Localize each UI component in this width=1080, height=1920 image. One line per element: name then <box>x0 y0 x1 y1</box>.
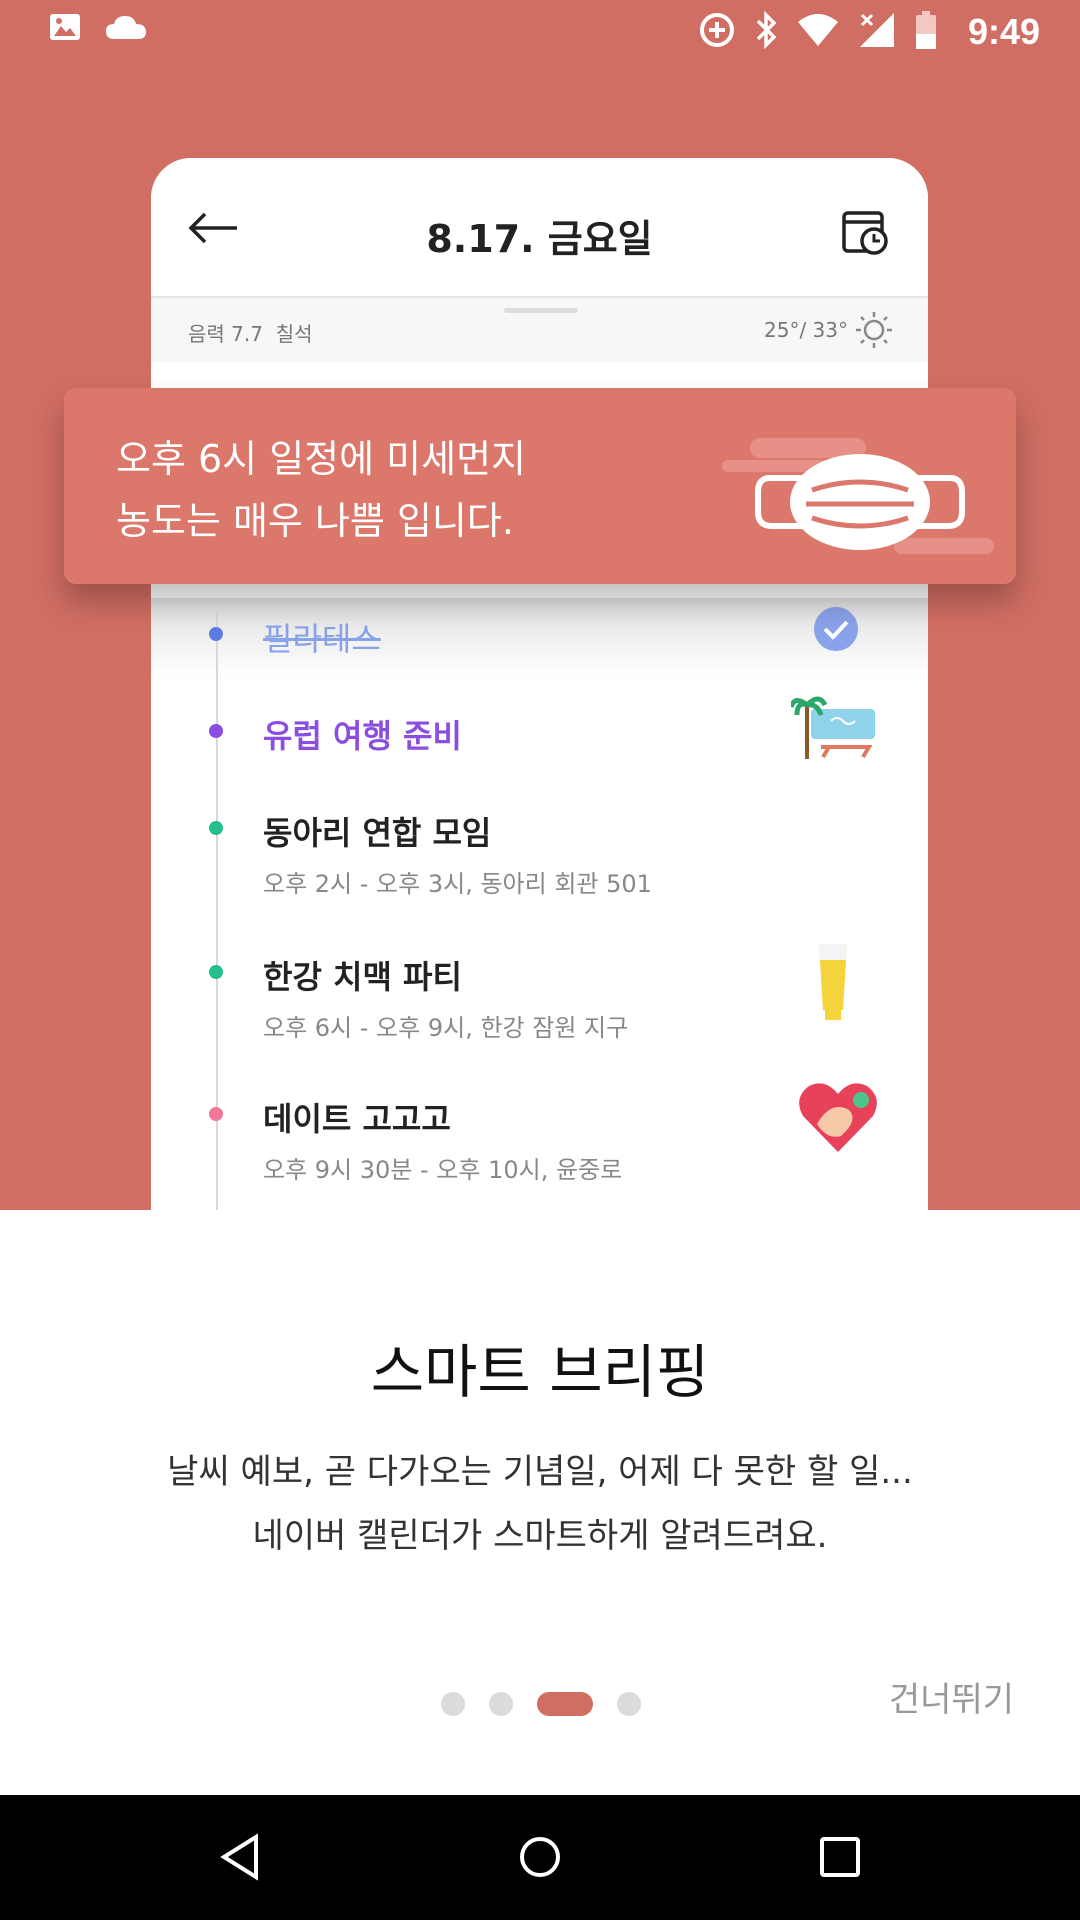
page-dot-2[interactable] <box>489 1692 513 1716</box>
onboarding-title: 스마트 브리핑 <box>370 1338 710 1406</box>
preview-date-title: 8.17. 금요일 <box>426 217 653 261</box>
page-indicator <box>441 1692 641 1716</box>
app-preview-mockup: 8.17. 금요일 음력 7.7 칠석 25°/ 33° 필라테스 유럽 여행 … <box>151 158 928 1210</box>
check-circle-icon <box>813 606 859 656</box>
event-title: 동아리 연합 모임 <box>263 814 492 852</box>
signal-no-service-icon <box>858 11 896 53</box>
event-subtitle: 오후 2시 - 오후 3시, 동아리 회관 501 <box>263 870 652 898</box>
battery-low-icon <box>914 10 938 54</box>
image-icon <box>48 12 82 46</box>
event-dot <box>209 1107 223 1121</box>
preview-subheader: 음력 7.7 칠석 25°/ 33° <box>151 298 928 362</box>
onboarding-description: 날씨 예보, 곧 다가오는 기념일, 어제 다 못한 할 일... 네이버 캘린… <box>167 1452 913 1556</box>
beer-glass-icon <box>815 940 851 1028</box>
alert-message: 오후 6시 일정에 미세먼지 농도는 매우 나쁨 입니다. <box>116 437 527 543</box>
event-dot <box>209 627 223 641</box>
event-subtitle: 오후 6시 - 오후 9시, 한강 잠원 지구 <box>263 1014 629 1042</box>
page-dot-4[interactable] <box>617 1692 641 1716</box>
onboarding-panel: 스마트 브리핑 날씨 예보, 곧 다가오는 기념일, 어제 다 못한 할 일..… <box>0 1210 1080 1795</box>
event-title: 한강 치맥 파티 <box>263 958 462 996</box>
sun-icon <box>854 310 894 354</box>
lunar-date: 음력 7.7 칠석 <box>188 322 313 346</box>
event-title: 데이트 고고고 <box>263 1100 451 1138</box>
drag-handle <box>504 308 578 313</box>
event-subtitle: 오후 9시 30분 - 오후 10시, 윤중로 <box>263 1156 623 1184</box>
status-bar: 9:49 <box>0 0 1080 64</box>
home-circle-icon[interactable] <box>518 1833 562 1885</box>
recents-square-icon[interactable] <box>818 1833 862 1885</box>
event-title: 필라테스 <box>263 620 381 658</box>
event-dot <box>209 724 223 738</box>
hero-illustration: 9:49 8.17. 금요일 음력 7.7 칠석 25°/ 33° 필라테스 유… <box>0 0 1080 1210</box>
face-mask-icon <box>654 408 994 572</box>
data-saver-icon <box>698 11 736 53</box>
beach-palm-icon <box>788 691 877 765</box>
event-title: 유럽 여행 준비 <box>263 717 462 755</box>
wifi-icon <box>796 12 840 52</box>
back-triangle-icon[interactable] <box>218 1833 262 1885</box>
cloud-icon <box>104 12 148 46</box>
bluetooth-icon <box>754 10 778 53</box>
fine-dust-alert-banner: 오후 6시 일정에 미세먼지 농도는 매우 나쁨 입니다. <box>64 388 1016 584</box>
heart-icon <box>797 1080 879 1160</box>
event-dot <box>209 821 223 835</box>
preview-header: 8.17. 금요일 <box>151 158 928 298</box>
calendar-clock-icon <box>841 208 891 262</box>
weather-temperature: 25°/ 33° <box>764 318 848 342</box>
navigation-bar <box>0 1795 1080 1920</box>
status-time: 9:49 <box>967 11 1040 52</box>
page-dot-3-active[interactable] <box>537 1692 593 1716</box>
skip-button[interactable]: 건너뛰기 <box>889 1672 1014 1721</box>
page-dot-1[interactable] <box>441 1692 465 1716</box>
event-dot <box>209 965 223 979</box>
